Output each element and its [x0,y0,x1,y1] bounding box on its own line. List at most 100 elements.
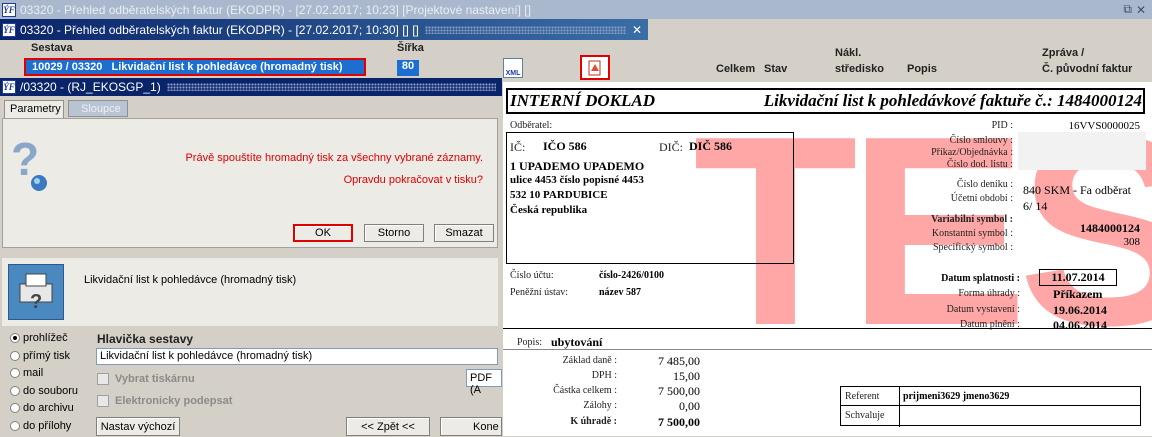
option-label: do souboru [23,385,78,397]
splatnost-label: Datum splatnosti : [941,273,1020,284]
ic-value: IČO 586 [543,139,587,154]
address-line-2: ulice 4453 číslo popisné 4453 [510,174,644,186]
printer-icon: ? [8,264,64,320]
option-label: přímý tisk [23,350,70,362]
option-mail[interactable]: mail [10,367,94,385]
printer-label: Vybrat tiskárnu [115,373,195,385]
option-prohlizec[interactable]: prohlížeč [10,332,94,350]
grid-header-nakl[interactable]: Nákl. [835,47,861,59]
sum-value-dph: 15,00 [623,369,700,384]
right-values-box [1018,132,1146,170]
default-button[interactable]: Nastav výchozí [96,417,180,436]
question-icon: ? [9,133,53,193]
label-smlouva: Číslo smlouvy : [863,135,1013,147]
close-icon[interactable]: ✕ [1136,3,1146,17]
approval-col-divider [899,387,900,427]
close-icon[interactable]: ✕ [632,23,642,37]
svg-text:?: ? [30,291,42,313]
approval-row-divider [841,405,1141,406]
label-pid: PID : [863,120,1013,135]
sum-values: 7 485,00 15,00 7 500,00 0,00 7 500,00 [623,354,700,430]
address-line-1: 1 UPADEMO UPADEMO [510,159,644,174]
dic-value: DIČ 586 [689,139,732,154]
referent-value: prijmeni3629 jmeno3629 [903,391,1009,402]
referent-label: Referent [845,391,879,402]
label-dodaci-list: Číslo dod. listu : [863,159,1013,179]
checkbox-icon[interactable] [97,373,109,385]
option-do-souboru[interactable]: do souboru [10,385,94,403]
radio-icon[interactable] [10,421,20,431]
plneni-value: 04.06.2014 [1053,318,1107,333]
label-vs: Variabilní symbol : [863,214,1013,228]
option-primy-tisk[interactable]: přímý tisk [10,350,94,368]
sum-value-k-uhrade: 7 500,00 [623,415,700,430]
forma-value: Příkazem [1053,287,1102,302]
selected-report-row[interactable]: 10029 / 03320 Likvidační list k pohledáv… [24,58,366,76]
sum-label-zalohy: Zálohy : [523,400,617,416]
col-sirka[interactable]: Šířka [397,42,424,54]
label-obdobi: Účetní období : [863,193,1013,214]
main-window-title: 03320 - Přehled odběratelských faktur (E… [20,3,531,17]
back-button[interactable]: << Zpět << [346,417,430,436]
storno-button[interactable]: Storno [364,224,424,242]
grid-header-zprava[interactable]: Zpráva / [1042,47,1084,59]
grid-header-stredisko[interactable]: středisko [835,63,884,75]
radio-icon[interactable] [10,351,20,361]
col-sestava[interactable]: Sestava [31,42,73,54]
option-label: do přílohy [23,420,71,432]
tab-content-panel: ? Právě spouštíte hromadný tisk za všech… [2,118,498,248]
address-line-3: 532 10 PARDUBICE [510,189,608,201]
ucet-label: Číslo účtu: [510,270,554,281]
title-dots [167,83,496,91]
label-ks: Konstantní symbol : [863,228,1013,242]
radio-icon[interactable] [10,403,20,413]
print-preview-icon[interactable] [580,55,610,80]
xml-export-icon[interactable]: XML [503,58,523,78]
finish-button[interactable]: Kone [440,417,502,436]
label-objednavka: Příkaz/Objednávka : [863,147,1013,159]
app-logo-icon: ÝF [2,80,16,94]
radio-icon[interactable] [10,333,20,343]
selected-report-label: 10029 / 03320 Likvidační list k pohledáv… [32,61,343,73]
vystaveni-value: 19.06.2014 [1053,303,1107,318]
grid-header-popis[interactable]: Popis [907,63,937,75]
dialog-title: /03320 - (RJ_EKOSGP_1) [20,80,161,94]
header-input[interactable]: Likvidační list k pohledávce (hromadný t… [96,348,498,365]
ic-label: IČ: [510,140,525,155]
obdobi-value: 6/ 14 [1023,199,1047,214]
sum-label-celkem: Částka celkem : [523,385,617,400]
radio-icon[interactable] [10,386,20,396]
sum-label-zaklad: Základ daně : [523,355,617,370]
title-dots [425,26,626,34]
option-do-prilohy[interactable]: do přílohy [10,420,94,437]
label-ss: Specifický symbol : [863,242,1013,256]
popis-label: Popis: [517,337,542,348]
report-list-window: ÝF 03320 - Přehled odběratelských faktur… [0,19,648,79]
smazat-button[interactable]: Smazat [434,224,494,242]
right-labels: PID : Číslo smlouvy : Příkaz/Objednávka … [863,120,1013,256]
grid-header-celkem[interactable]: Celkem [716,63,755,75]
checkbox-icon[interactable] [97,395,109,407]
format-select[interactable]: PDF (A [466,369,502,387]
sum-labels: Základ daně : DPH : Částka celkem : Zálo… [523,355,617,431]
grid-header-puvodni[interactable]: Č. původní faktur [1042,63,1132,75]
option-do-archivu[interactable]: do archivu [10,402,94,420]
document-preview: TEST INTERNÍ DOKLAD Likvidační list k po… [503,82,1152,436]
sum-value-zaklad: 7 485,00 [623,354,700,369]
sum-label-dph: DPH : [523,370,617,385]
ok-button[interactable]: OK [293,224,353,242]
tab-parametry[interactable]: Parametry [4,100,64,118]
radio-icon[interactable] [10,368,20,378]
main-title-bar: ÝF 03320 - Přehled odběratelských faktur… [0,0,1152,19]
esign-label: Elektronicky podepsat [115,395,232,407]
tab-sloupce[interactable]: Sloupce [68,100,128,117]
grid-header-stav[interactable]: Stav [764,63,787,75]
sum-value-celkem: 7 500,00 [623,384,700,399]
restore-icon[interactable]: ⧉ [1123,2,1132,17]
esign-checkbox[interactable]: Elektronicky podepsat [97,395,232,407]
header-label: Hlavička sestavy [97,332,193,346]
report-list-title: 03320 - Přehled odběratelských faktur (E… [20,23,419,37]
select-printer-checkbox[interactable]: Vybrat tiskárnu [97,373,195,385]
confirm-message-1: Právě spouštíte hromadný tisk za všechny… [185,152,483,164]
print-dialog: ÝF /03320 - (RJ_EKOSGP_1) Parametry Slou… [0,78,502,436]
